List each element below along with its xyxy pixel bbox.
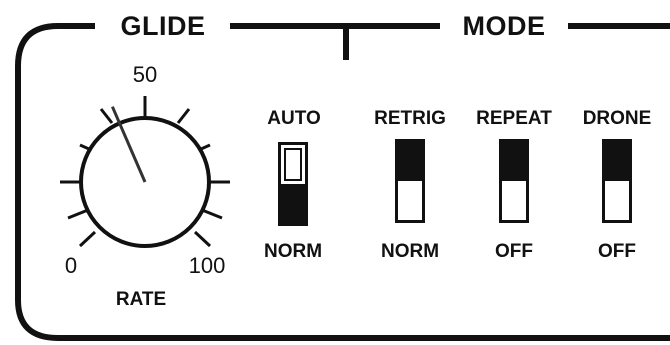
panel-frame — [15, 23, 670, 341]
switch-lever — [605, 142, 629, 181]
switch-repeat-bottom-label: OFF — [495, 241, 533, 262]
knob-scale-min: 0 — [64, 253, 78, 278]
switch-repeat[interactable] — [499, 139, 529, 223]
knob-label-rate: RATE — [115, 289, 167, 310]
rate-knob[interactable] — [79, 106, 211, 248]
switch-drone-top-label: DRONE — [582, 108, 652, 129]
mode-section-title: MODE — [456, 13, 552, 40]
switch-lever — [398, 142, 422, 181]
switch-drone[interactable] — [602, 139, 632, 223]
switch-auto-top-label: AUTO — [267, 108, 321, 129]
switch-drone-bottom-label: OFF — [598, 241, 636, 262]
knob-scale-max: 100 — [188, 253, 226, 278]
switch-retrig-top-label: RETRIG — [374, 108, 446, 129]
switch-auto-bottom-label: NORM — [263, 241, 323, 262]
glide-section-title: GLIDE — [114, 13, 212, 40]
switch-slot — [284, 148, 302, 181]
switch-retrig-bottom-label: NORM — [380, 241, 440, 262]
switch-repeat-top-label: REPEAT — [476, 108, 552, 129]
switch-lever — [281, 184, 305, 223]
switch-lever — [502, 142, 526, 181]
switch-auto[interactable] — [278, 142, 308, 226]
knob-scale-mid: 50 — [132, 62, 158, 87]
switch-retrig[interactable] — [395, 139, 425, 223]
glide-mode-panel: GLIDE MODE 50 0 100 RATE AUTO RETRIG REP… — [0, 0, 670, 345]
